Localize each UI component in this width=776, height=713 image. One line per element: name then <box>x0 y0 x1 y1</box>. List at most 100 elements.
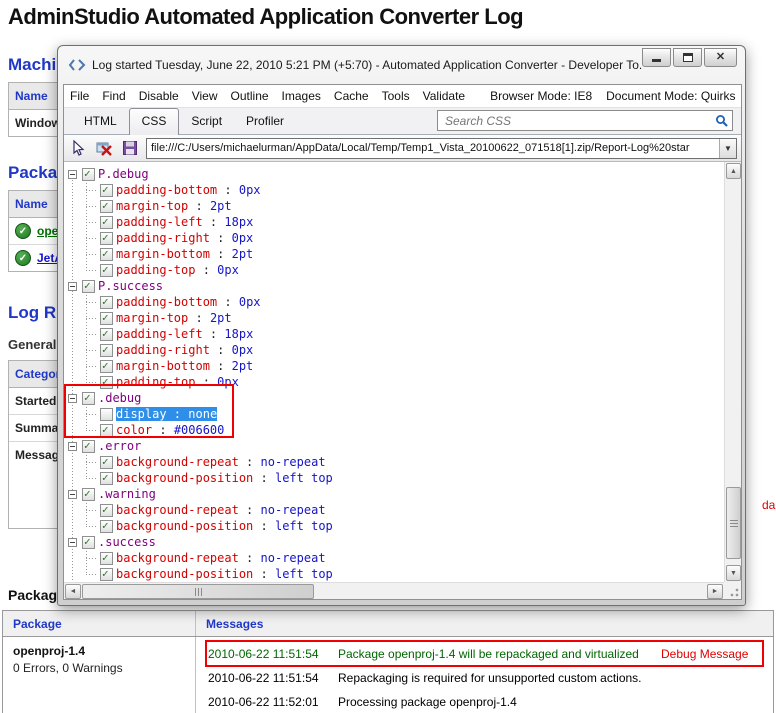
search-input[interactable] <box>445 114 715 128</box>
menu-item-outline[interactable]: Outline <box>231 89 269 103</box>
minimize-button[interactable] <box>642 48 671 67</box>
tree-expander[interactable] <box>68 442 77 451</box>
resize-grip-icon[interactable] <box>728 586 739 597</box>
css-property-row[interactable]: color : #006600 <box>64 422 724 438</box>
css-property-row[interactable]: padding-left : 18px <box>64 214 724 230</box>
address-dropdown-button[interactable]: ▼ <box>719 139 736 158</box>
css-property-row[interactable]: background-repeat : no-repeat <box>64 454 724 470</box>
css-property-row[interactable]: margin-top : 2pt <box>64 198 724 214</box>
property-checkbox[interactable] <box>100 184 113 197</box>
property-checkbox[interactable] <box>100 424 113 437</box>
menu-item-tools[interactable]: Tools <box>382 89 410 103</box>
css-property-row[interactable]: padding-bottom : 0px <box>64 182 724 198</box>
css-property-row[interactable]: background-position : left top <box>64 470 724 486</box>
css-property-row[interactable]: padding-right : 0px <box>64 342 724 358</box>
property-checkbox[interactable] <box>100 408 113 421</box>
css-property-row[interactable]: margin-top : 2pt <box>64 310 724 326</box>
property-checkbox[interactable] <box>100 344 113 357</box>
tree-expander[interactable] <box>68 282 77 291</box>
devtools-titlebar[interactable]: Log started Tuesday, June 22, 2010 5:21 … <box>58 46 745 84</box>
tree-expander[interactable] <box>68 538 77 547</box>
clear-css-button[interactable] <box>94 139 114 157</box>
property-checkbox[interactable] <box>100 520 113 533</box>
css-property-row[interactable]: background-repeat : no-repeat <box>64 550 724 566</box>
menu-item-disable[interactable]: Disable <box>139 89 179 103</box>
css-selector-row[interactable]: .success <box>64 534 724 550</box>
property-checkbox[interactable] <box>100 472 113 485</box>
vertical-scrollbar[interactable]: ▲ ▼ <box>724 162 741 582</box>
tree-expander[interactable] <box>68 490 77 499</box>
css-property-row[interactable]: padding-right : 0px <box>64 230 724 246</box>
css-selector-row[interactable]: P.success <box>64 278 724 294</box>
horizontal-scrollbar[interactable]: ◄ ► <box>64 582 724 599</box>
css-selector-row[interactable]: P.debug <box>64 166 724 182</box>
property-checkbox[interactable] <box>100 456 113 469</box>
property-value: 0px <box>239 295 261 309</box>
property-text: background-repeat : no-repeat <box>116 503 326 517</box>
menu-item-find[interactable]: Find <box>102 89 125 103</box>
property-checkbox[interactable] <box>100 328 113 341</box>
tree-expander[interactable] <box>68 394 77 403</box>
tree-connector <box>86 238 98 239</box>
menu-item-view[interactable]: View <box>192 89 218 103</box>
css-selector-row[interactable]: .debug <box>64 390 724 406</box>
css-property-row[interactable]: background-position : left top <box>64 566 724 582</box>
scroll-left-button[interactable]: ◄ <box>65 584 81 599</box>
property-value: none <box>188 407 217 421</box>
rule-checkbox[interactable] <box>82 488 95 501</box>
save-button[interactable] <box>120 139 140 157</box>
property-checkbox[interactable] <box>100 216 113 229</box>
vertical-scroll-thumb[interactable] <box>726 487 741 559</box>
tab-html[interactable]: HTML <box>72 109 129 134</box>
document-mode-menu[interactable]: Document Mode: Quirks <box>606 89 735 103</box>
property-checkbox[interactable] <box>100 248 113 261</box>
property-checkbox[interactable] <box>100 264 113 277</box>
property-checkbox[interactable] <box>100 552 113 565</box>
property-checkbox[interactable] <box>100 200 113 213</box>
css-property-row[interactable]: padding-bottom : 0px <box>64 294 724 310</box>
tab-script[interactable]: Script <box>179 109 234 134</box>
css-property-row[interactable]: background-repeat : no-repeat <box>64 502 724 518</box>
property-checkbox[interactable] <box>100 360 113 373</box>
property-checkbox[interactable] <box>100 504 113 517</box>
rule-checkbox[interactable] <box>82 440 95 453</box>
scroll-right-button[interactable]: ► <box>707 584 723 599</box>
css-property-row[interactable]: background-position : left top <box>64 518 724 534</box>
tab-profiler[interactable]: Profiler <box>234 109 296 134</box>
property-checkbox[interactable] <box>100 312 113 325</box>
property-checkbox[interactable] <box>100 376 113 389</box>
close-button[interactable]: ✕ <box>704 48 737 67</box>
css-property-row[interactable]: padding-top : 0px <box>64 262 724 278</box>
menu-item-validate[interactable]: Validate <box>423 89 465 103</box>
scroll-down-button[interactable]: ▼ <box>726 565 741 581</box>
maximize-button[interactable] <box>673 48 702 67</box>
rule-checkbox[interactable] <box>82 536 95 549</box>
rule-checkbox[interactable] <box>82 168 95 181</box>
css-selector-row[interactable]: .warning <box>64 486 724 502</box>
css-selector-row[interactable]: .error <box>64 438 724 454</box>
tab-css[interactable]: CSS <box>129 108 180 135</box>
css-property-row[interactable]: padding-top : 0px <box>64 374 724 390</box>
search-icon[interactable] <box>715 114 728 127</box>
select-element-button[interactable] <box>68 139 88 157</box>
menu-item-images[interactable]: Images <box>282 89 321 103</box>
tree-connector <box>86 558 98 559</box>
property-value: 0px <box>217 263 239 277</box>
css-property-row[interactable]: padding-left : 18px <box>64 326 724 342</box>
horizontal-scroll-thumb[interactable] <box>82 584 314 599</box>
browser-mode-menu[interactable]: Browser Mode: IE8 <box>490 89 592 103</box>
tree-expander[interactable] <box>68 170 77 179</box>
rule-checkbox[interactable] <box>82 392 95 405</box>
property-checkbox[interactable] <box>100 232 113 245</box>
property-checkbox[interactable] <box>100 296 113 309</box>
menu-item-file[interactable]: File <box>70 89 89 103</box>
scroll-up-button[interactable]: ▲ <box>726 163 741 179</box>
rule-checkbox[interactable] <box>82 280 95 293</box>
css-property-row[interactable]: margin-bottom : 2pt <box>64 246 724 262</box>
css-property-row[interactable]: display : none <box>64 406 724 422</box>
property-colon: : <box>195 375 217 389</box>
menu-item-cache[interactable]: Cache <box>334 89 369 103</box>
property-checkbox[interactable] <box>100 568 113 581</box>
address-combo[interactable]: file:///C:/Users/michaelurman/AppData/Lo… <box>146 138 737 159</box>
css-property-row[interactable]: margin-bottom : 2pt <box>64 358 724 374</box>
